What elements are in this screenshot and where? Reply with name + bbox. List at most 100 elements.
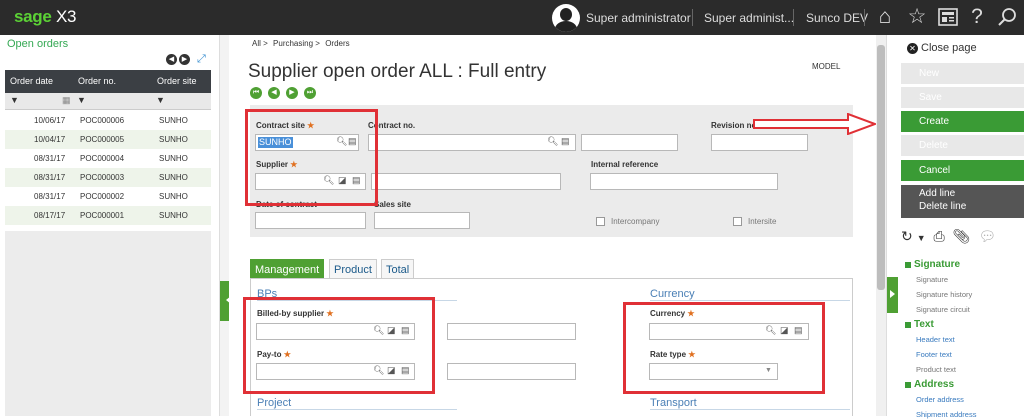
collapse-right-handle[interactable] xyxy=(887,277,898,313)
model-label: MODEL xyxy=(812,62,841,71)
menu-item-product-text[interactable]: Product text xyxy=(916,365,956,374)
star-icon[interactable]: ☆ xyxy=(904,4,930,30)
tab-total[interactable]: Total xyxy=(381,259,415,279)
divider xyxy=(793,9,794,26)
attachment-icon[interactable]: 📎︎ xyxy=(953,228,971,244)
left-splitter[interactable] xyxy=(219,35,231,416)
print-icon[interactable]: ⎙ xyxy=(934,228,945,244)
user-name[interactable]: Super administrator xyxy=(586,11,691,25)
divider xyxy=(864,9,865,26)
annotation-box xyxy=(243,297,435,394)
delete-line-button[interactable]: Delete line xyxy=(919,200,1024,213)
calendar-icon[interactable]: ▦ xyxy=(62,95,71,106)
column-header[interactable]: Order site xyxy=(157,76,197,86)
toolbar: ↻ ▼ ⎙ 📎︎ 💬︎ xyxy=(901,228,1000,245)
cancel-button[interactable]: Cancel xyxy=(901,160,1024,181)
filter-icon[interactable]: ▼ xyxy=(156,95,165,105)
list-empty-area xyxy=(5,231,211,416)
breadcrumb: All > Purchasing > Orders xyxy=(252,39,353,48)
menu-item-signature-history[interactable]: Signature history xyxy=(916,290,972,299)
list-filter-row: ▼ ▦ ▼ ▼ xyxy=(5,93,211,110)
section-project: Project xyxy=(257,397,457,410)
previous-page-icon[interactable]: ◀ xyxy=(166,54,177,65)
menu-item-shipment-address[interactable]: Shipment address xyxy=(916,410,976,419)
tab-product[interactable]: Product xyxy=(329,259,377,279)
add-line-button[interactable]: Add line xyxy=(919,187,1024,200)
close-icon: ✕ xyxy=(907,43,918,54)
user-avatar[interactable] xyxy=(552,4,580,32)
revision-input[interactable] xyxy=(711,134,808,151)
collapse-left-handle[interactable] xyxy=(220,281,231,321)
save-button[interactable]: Save xyxy=(901,87,1024,108)
list-item[interactable]: 08/31/17 POC000004 SUNHO xyxy=(5,149,211,168)
main-scrollbar[interactable] xyxy=(876,35,886,416)
internal-reference-input[interactable] xyxy=(590,173,778,190)
delete-button[interactable]: Delete xyxy=(901,135,1024,156)
list-item[interactable]: 08/17/17 POC000001 SUNHO xyxy=(5,206,211,225)
menu-item-signature[interactable]: Signature xyxy=(916,275,948,284)
menu-item-footer-text[interactable]: Footer text xyxy=(916,350,952,359)
filter-icon[interactable]: ▼ xyxy=(77,95,86,105)
filter-icon[interactable]: ▼ xyxy=(10,95,19,105)
date-of-contract-input[interactable] xyxy=(255,212,366,229)
list-item[interactable]: 08/31/17 POC000003 SUNHO xyxy=(5,168,211,187)
line-actions: Add line Delete line xyxy=(901,185,1024,218)
new-button[interactable]: New xyxy=(901,63,1024,84)
home-icon[interactable]: ⌂ xyxy=(872,4,898,30)
last-record-icon[interactable]: ⏭ xyxy=(304,87,316,99)
list-item[interactable]: 08/31/17 POC000002 SUNHO xyxy=(5,187,211,206)
intersite-label: Intersite xyxy=(748,217,777,226)
section-transport: Transport xyxy=(650,397,850,410)
contract-no-input[interactable]: 🔍︎ ▤ xyxy=(368,134,576,151)
section-currency: Currency xyxy=(650,288,850,301)
breadcrumb-item[interactable]: All > xyxy=(252,39,268,48)
intercompany-label: Intercompany xyxy=(611,217,660,226)
list-icon[interactable]: ▤ xyxy=(561,136,570,147)
action-panel: ✕ Close page New Save Create Delete Cance… xyxy=(886,35,1024,419)
help-icon[interactable]: ? xyxy=(964,4,990,30)
intersite-checkbox[interactable] xyxy=(733,217,742,226)
folder-name[interactable]: Sunco DEV xyxy=(806,11,868,25)
supplier-name-input[interactable] xyxy=(371,173,561,190)
sales-site-label: Sales site xyxy=(374,200,411,209)
group-signature[interactable]: Signature xyxy=(905,259,960,270)
billed-by-supplier-name-input[interactable] xyxy=(447,323,576,340)
menu-item-signature-circuit[interactable]: Signature circuit xyxy=(916,305,970,314)
group-text[interactable]: Text xyxy=(905,319,934,330)
lookup-icon[interactable]: 🔍︎ xyxy=(547,136,558,147)
news-icon[interactable] xyxy=(935,4,961,30)
search-icon[interactable] xyxy=(994,4,1020,30)
first-record-icon[interactable]: ⏮ xyxy=(250,87,262,99)
order-list: 10/06/17 POC000006 SUNHO 10/04/17 POC000005… xyxy=(5,111,211,225)
sage-x3-logo[interactable]: sage X3 xyxy=(14,7,77,27)
intercompany-checkbox[interactable] xyxy=(596,217,605,226)
menu-item-order-address[interactable]: Order address xyxy=(916,395,964,404)
left-list-panel: Open orders ◀ ▶ ⤢ Order date Order no. O… xyxy=(0,35,212,416)
refresh-icon[interactable]: ↻ xyxy=(901,228,913,244)
tab-management[interactable]: Management xyxy=(250,259,325,279)
breadcrumb-item[interactable]: Purchasing > xyxy=(273,39,320,48)
chevron-down-icon[interactable]: ▼ xyxy=(917,233,926,243)
group-address[interactable]: Address xyxy=(905,379,954,390)
user-role[interactable]: Super administ... xyxy=(704,11,794,25)
list-item[interactable]: 10/04/17 POC000005 SUNHO xyxy=(5,130,211,149)
page-title: Supplier open order ALL : Full entry xyxy=(248,61,547,82)
next-page-icon[interactable]: ▶ xyxy=(179,54,190,65)
create-button[interactable]: Create xyxy=(901,111,1024,132)
scrollbar-thumb[interactable] xyxy=(877,45,885,290)
contract-description-input[interactable] xyxy=(581,134,678,151)
next-record-icon[interactable]: ▶ xyxy=(286,87,298,99)
sales-site-input[interactable] xyxy=(374,212,470,229)
column-header[interactable]: Order no. xyxy=(78,76,116,86)
comment-icon[interactable]: 💬︎ xyxy=(978,228,996,244)
annotation-box xyxy=(623,302,825,394)
close-page-button[interactable]: ✕ Close page xyxy=(907,42,977,54)
expand-icon[interactable]: ⤢ xyxy=(197,53,206,66)
list-item[interactable]: 10/06/17 POC000006 SUNHO xyxy=(5,111,211,130)
menu-item-header-text[interactable]: Header text xyxy=(916,335,955,344)
previous-record-icon[interactable]: ◀ xyxy=(268,87,280,99)
column-header[interactable]: Order date xyxy=(10,76,53,86)
panel-title[interactable]: Open orders xyxy=(7,38,68,50)
breadcrumb-item[interactable]: Orders xyxy=(325,39,349,48)
pay-to-name-input[interactable] xyxy=(447,363,576,380)
